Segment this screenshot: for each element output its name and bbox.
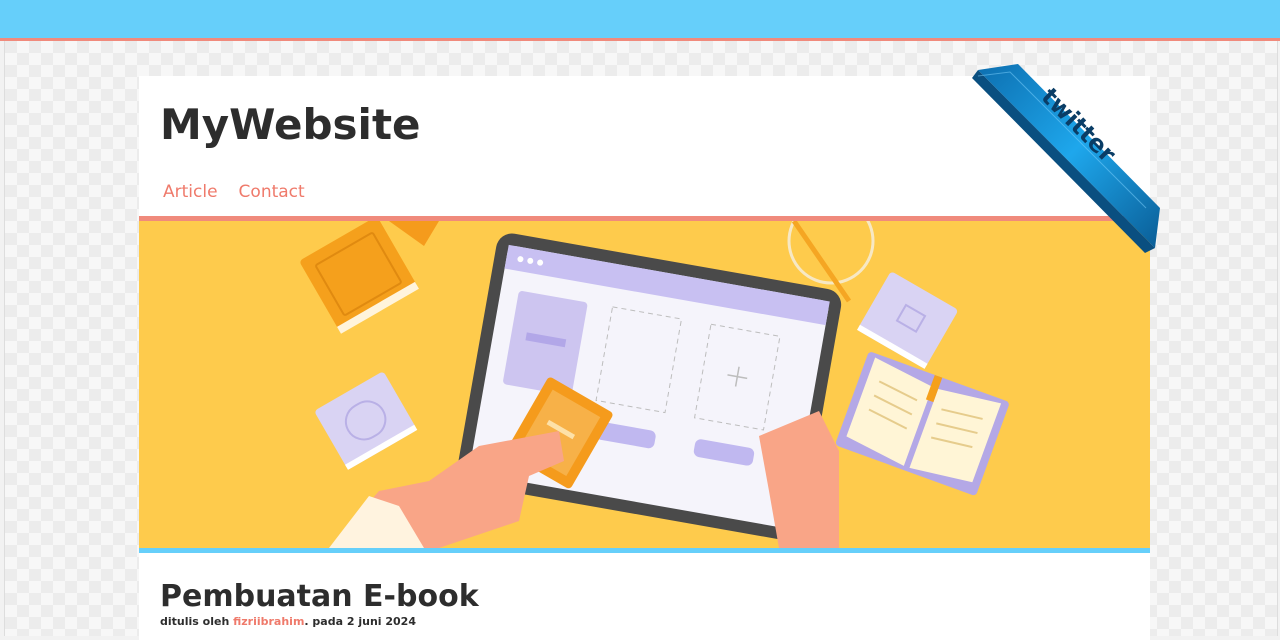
ribbon-icon: twitter — [972, 64, 1160, 253]
open-book-icon — [835, 352, 1009, 496]
hero-divider — [139, 548, 1150, 553]
decor-shape — [389, 221, 439, 246]
post-title[interactable]: Pembuatan E-book — [160, 579, 479, 614]
lavender-book-icon — [315, 372, 418, 470]
ebook-illustration — [300, 221, 1009, 548]
meta-suffix: . pada 2 juni 2024 — [304, 615, 416, 628]
top-bar — [0, 0, 1280, 41]
hero-image — [139, 221, 1150, 548]
site-title[interactable]: MyWebsite — [160, 100, 421, 149]
main-nav: Article Contact — [163, 182, 305, 202]
orange-book-icon — [300, 221, 419, 334]
nav-article[interactable]: Article — [163, 182, 218, 202]
author-link[interactable]: fizriibrahim — [233, 615, 304, 628]
twitter-ribbon[interactable]: twitter — [970, 58, 1170, 258]
nav-contact[interactable]: Contact — [239, 182, 305, 202]
post-meta: ditulis oleh fizriibrahim. pada 2 juni 2… — [160, 615, 416, 628]
meta-prefix: ditulis oleh — [160, 615, 234, 628]
